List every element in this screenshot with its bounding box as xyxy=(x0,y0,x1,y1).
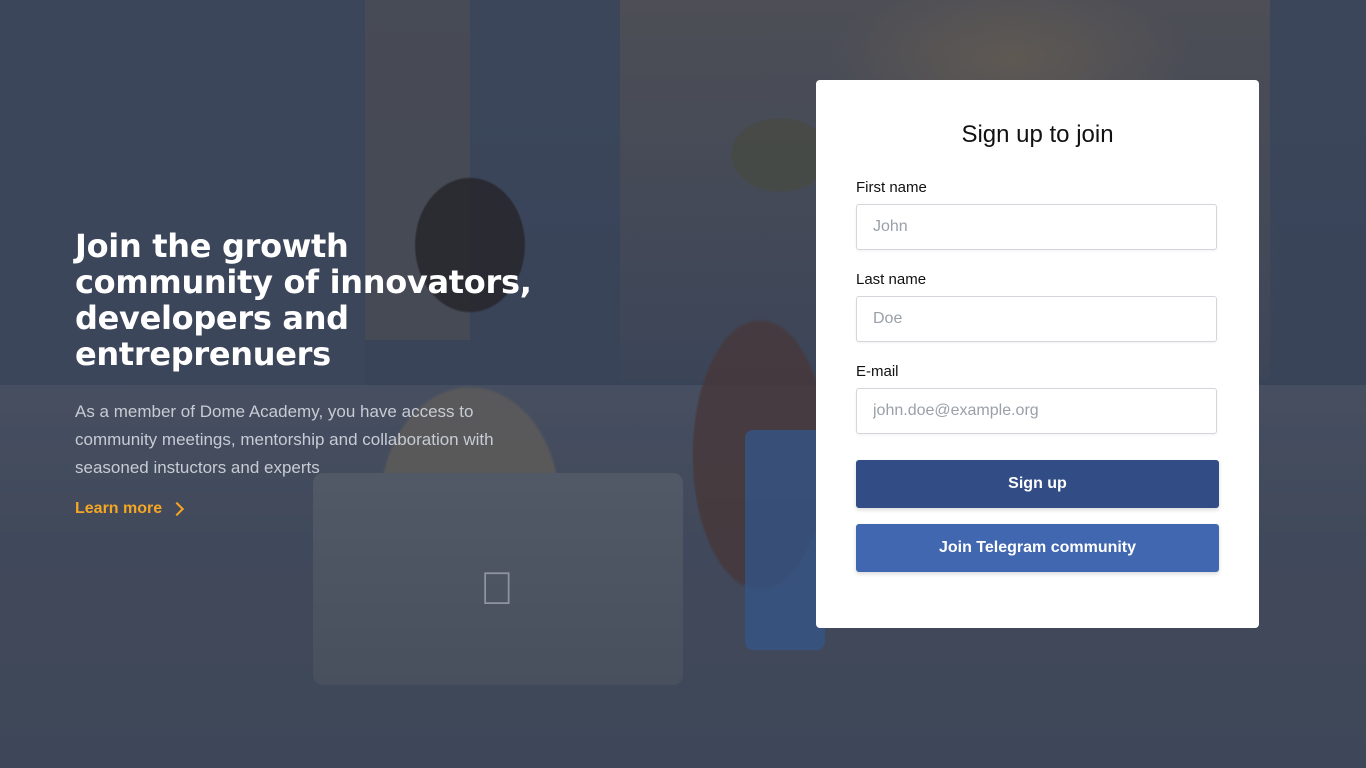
email-label: E-mail xyxy=(856,363,899,380)
first-name-label: First name xyxy=(856,179,927,196)
chevron-right-icon xyxy=(170,501,185,517)
signup-card: Sign up to join First name Last name E-m… xyxy=(816,80,1259,628)
telegram-community-button[interactable]: Join Telegram community xyxy=(856,524,1219,572)
email-input[interactable] xyxy=(856,388,1217,434)
first-name-input[interactable] xyxy=(856,204,1217,250)
last-name-label: Last name xyxy=(856,271,927,288)
hero-title-line-1: Join the growth xyxy=(75,227,349,265)
signup-title: Sign up to join xyxy=(961,121,1114,148)
signup-button[interactable]: Sign up xyxy=(856,460,1219,508)
learn-more-link[interactable]: Learn more xyxy=(75,500,185,518)
hero-title-line-2: community of innovators, xyxy=(75,263,532,301)
learn-more-label: Learn more xyxy=(75,500,163,517)
last-name-input[interactable] xyxy=(856,296,1217,342)
hero-title-line-3: developers and entreprenuers xyxy=(75,299,349,373)
hero-section: Join the growth community of innovators,… xyxy=(75,228,595,518)
hero-title: Join the growth community of innovators,… xyxy=(75,228,595,372)
hero-description: As a member of Dome Academy, you have ac… xyxy=(75,402,494,477)
